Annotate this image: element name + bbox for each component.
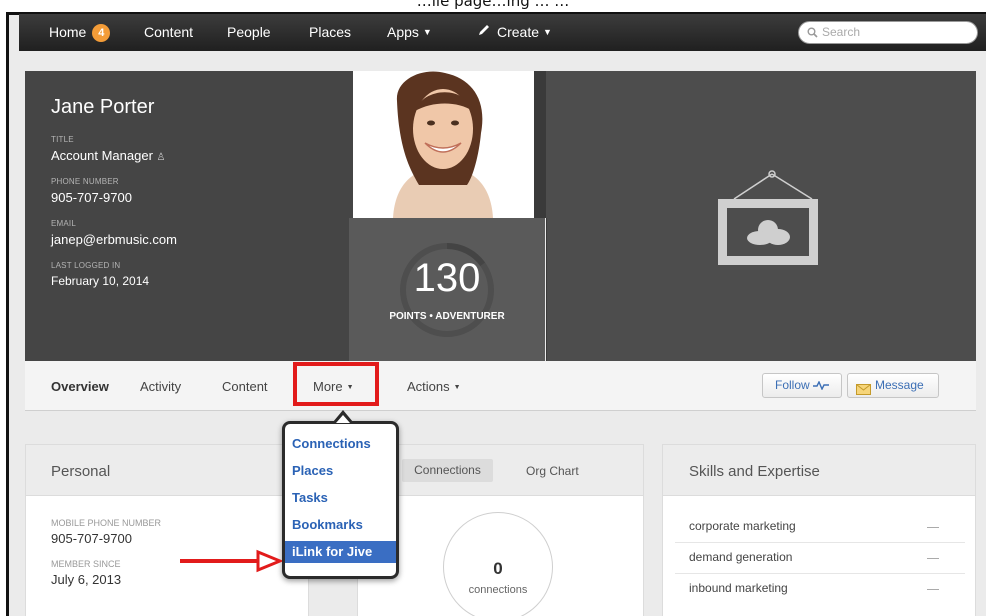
nav-content[interactable]: Content	[144, 14, 193, 51]
tab-actions[interactable]: Actions ▼	[407, 379, 461, 394]
nav-places[interactable]: Places	[309, 14, 351, 51]
header-divider	[534, 71, 546, 218]
profile-last-login: February 10, 2014	[51, 274, 150, 288]
chevron-down-icon: ▼	[422, 27, 432, 37]
banner-divider	[546, 218, 547, 361]
tab-actions-label: Actions	[407, 379, 450, 394]
connections-panel-header	[357, 444, 644, 496]
profile-name: Jane Porter	[51, 96, 155, 118]
profile-title-text: Account Manager	[51, 148, 153, 163]
points-status-label: POINTS • ADVENTURER	[389, 311, 505, 322]
tab-content[interactable]: Content	[222, 379, 268, 394]
connections-count: 0	[493, 559, 503, 578]
message-button[interactable]: Message	[847, 373, 939, 398]
follow-button-label: Follow	[774, 378, 810, 392]
connections-count-label: connections	[468, 584, 528, 596]
pencil-icon	[477, 14, 491, 50]
search-placeholder: Search	[822, 25, 861, 39]
remove-skill-icon[interactable]	[927, 589, 939, 590]
profile-email[interactable]: janep@erbmusic.com	[51, 232, 177, 247]
profile-title: Account Manager ♙	[51, 148, 166, 163]
menu-item-ilink-for-jive[interactable]: iLink for Jive	[292, 544, 372, 559]
banner-image-placeholder-icon	[718, 170, 818, 265]
nav-home[interactable]: Home 4	[49, 14, 111, 51]
chevron-down-icon: ▼	[453, 384, 461, 391]
mobile-label: MOBILE PHONE NUMBER	[51, 518, 162, 528]
last-login-label: LAST LOGGED IN	[51, 261, 121, 270]
divider	[675, 573, 965, 574]
org-chart-icon[interactable]: ♙	[157, 152, 166, 163]
nav-create[interactable]: Create ▼	[477, 14, 552, 51]
menu-item-tasks[interactable]: Tasks	[292, 490, 328, 505]
mobile-value: 905-707-9700	[51, 531, 132, 546]
menu-pointer-inner	[336, 415, 350, 423]
follow-button[interactable]: Follow	[762, 373, 842, 398]
highlight-box	[293, 362, 379, 406]
member-since-label: MEMBER SINCE	[51, 559, 121, 569]
top-nav-bar: Home 4 Content People Places Apps ▼ Create…	[19, 14, 986, 51]
tab-org-chart[interactable]: Org Chart	[526, 464, 579, 478]
chevron-down-icon: ▼	[543, 27, 552, 37]
search-icon	[807, 24, 818, 45]
message-button-label: Message	[875, 378, 924, 392]
email-label: EMAIL	[51, 219, 77, 228]
remove-skill-icon[interactable]	[927, 558, 939, 559]
points-value: 130	[413, 256, 481, 300]
menu-item-bookmarks[interactable]: Bookmarks	[292, 517, 363, 532]
nav-apps[interactable]: Apps ▼	[387, 14, 432, 51]
phone-label: PHONE NUMBER	[51, 177, 119, 186]
skill-item[interactable]: demand generation	[689, 550, 792, 564]
skill-item[interactable]: corporate marketing	[689, 519, 796, 533]
title-label: TITLE	[51, 135, 74, 144]
nav-home-label: Home	[49, 24, 87, 40]
skill-item[interactable]: inbound marketing	[689, 581, 788, 595]
caption-text: …ile page…ing … …	[416, 0, 570, 10]
menu-item-connections[interactable]: Connections	[292, 436, 371, 451]
screenshot-frame: …ile page…ing … … Home 4 Content People P…	[0, 0, 986, 616]
remove-skill-icon[interactable]	[927, 527, 939, 528]
skills-panel-title: Skills and Expertise	[689, 463, 820, 480]
tab-activity[interactable]: Activity	[140, 379, 181, 394]
nav-people[interactable]: People	[227, 14, 271, 51]
menu-item-places[interactable]: Places	[292, 463, 333, 478]
nav-apps-label: Apps	[387, 24, 419, 40]
member-since-value: July 6, 2013	[51, 572, 122, 587]
avatar	[353, 71, 534, 218]
tab-overview[interactable]: Overview	[51, 379, 109, 394]
divider	[675, 542, 965, 543]
profile-banner[interactable]	[546, 71, 976, 361]
profile-phone: 905-707-9700	[51, 190, 132, 205]
envelope-icon	[856, 380, 871, 403]
personal-panel-title: Personal	[51, 463, 111, 480]
red-arrow-icon	[180, 549, 282, 573]
notification-badge: 4	[92, 24, 111, 42]
tab-connections[interactable]: Connections	[402, 459, 493, 482]
search-input[interactable]: Search	[798, 21, 978, 44]
activity-pulse-icon	[813, 375, 830, 398]
nav-create-label: Create	[497, 24, 540, 40]
